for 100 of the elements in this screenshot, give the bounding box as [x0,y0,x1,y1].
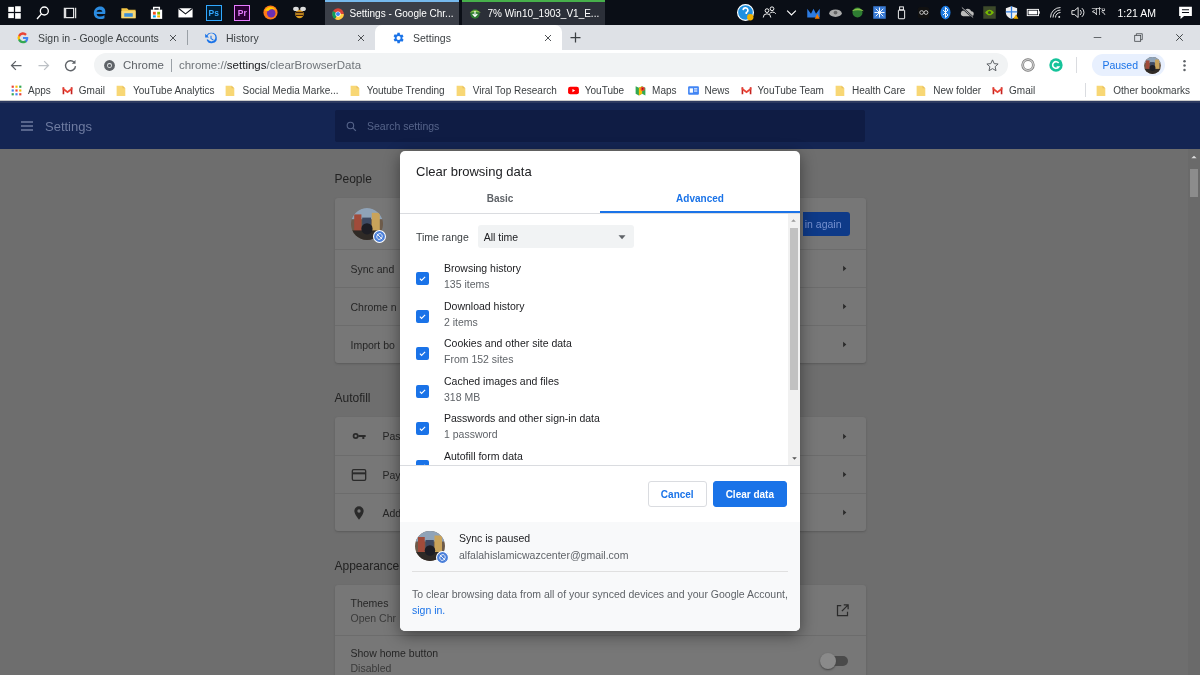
browser-tab[interactable]: Settings [375,25,562,50]
option-detail: 2 items [444,316,479,328]
bookmark[interactable]: YouTube Team [739,83,824,97]
folder-icon [833,83,847,97]
help-icon[interactable] [736,3,756,22]
address-bar[interactable]: Chrome chrome://settings/clearBrowserData [94,53,1009,77]
bookmark[interactable]: New folder [915,83,982,97]
taskbar-window-button[interactable]: Settings - Google Chr... [324,0,460,25]
menu-icon[interactable] [19,118,35,134]
security-shield-icon[interactable] [1004,5,1020,20]
chrome-icon [330,6,345,21]
close-icon[interactable] [1173,31,1186,44]
scrollbar[interactable] [1188,149,1200,675]
profile-button[interactable]: Paused [1092,54,1165,76]
globe-icon[interactable] [850,5,866,20]
volume-icon[interactable] [1070,5,1086,20]
settings-item[interactable]: Import bo [350,338,395,351]
bookmark[interactable]: Health Care [833,83,906,97]
option-detail: 318 MB [444,391,482,403]
checkbox[interactable] [416,384,429,398]
checkbox[interactable] [416,272,429,285]
scroll-thumb[interactable] [790,228,798,390]
wifi-icon[interactable] [1048,5,1064,20]
ring-icon[interactable] [1020,57,1037,73]
folder-icon [454,83,468,97]
cloud-off-icon[interactable] [960,5,976,20]
site-label: Chrome [123,58,172,72]
chrome-icon [103,58,116,72]
checkmark-icon [418,349,427,358]
bookmark-star-icon[interactable] [985,57,1001,73]
input-language[interactable]: বাং [1092,4,1107,21]
new-tab-icon[interactable] [568,30,583,45]
settings-icon [391,30,405,45]
restore-icon[interactable] [1132,31,1145,44]
account-email: alfalahislamicwazcenter@gmail.com [459,548,629,561]
dialog-tab[interactable]: Advanced [600,185,800,213]
option-label: Cached images and files [444,375,559,387]
app-icon[interactable] [916,5,932,20]
bookmark[interactable]: News [686,83,730,97]
option-label: Cookies and other site data [444,338,572,349]
settings-item[interactable]: Chrome n [350,300,397,313]
browser-tab[interactable]: Sign in - Google Accounts [0,25,187,50]
globe-download-icon [468,6,483,21]
bookmark[interactable]: Other bookmarks [1095,83,1190,97]
sync-status: Sync is paused [459,531,532,544]
eye-icon[interactable] [982,5,998,20]
settings-item[interactable]: Sync and [350,262,395,275]
folder-icon [114,83,128,97]
clear-data-button[interactable]: Clear data [712,481,787,507]
scrollbar[interactable] [788,214,800,465]
map-icon [634,83,648,97]
toggle-switch[interactable] [823,655,848,666]
time-range-dropdown[interactable]: All time [477,225,634,248]
checkmark-icon [418,424,427,433]
people-icon[interactable] [762,5,778,20]
taskbar-window-button[interactable]: 7% Win10_1903_V1_E... [462,0,606,25]
dialog-tab[interactable]: Basic [400,185,600,213]
bookmark[interactable]: Apps [10,83,51,97]
search-icon[interactable] [34,4,51,21]
apps-grid-icon [10,83,23,97]
checkbox[interactable] [416,347,429,360]
url-text: chrome://settings/clearBrowserData [178,59,363,71]
bookmark[interactable]: Maps [634,83,677,97]
bookmark[interactable]: Gmail [991,83,1036,97]
section-heading: Appearance [334,559,400,573]
dialog-title: Clear browsing data [415,163,533,180]
option-label: Download history [444,300,525,312]
credit-card-icon [350,466,367,483]
bookmark[interactable]: Gmail [60,83,105,97]
section-heading: People [334,172,372,186]
external-link-icon[interactable] [834,602,850,618]
photo-editor-icon[interactable]: Ps [205,4,222,21]
sync-paused-icon [372,229,386,243]
snowflake-icon[interactable] [872,5,888,20]
bookmark[interactable]: Viral Top Research [454,83,557,97]
settings-item: Show home button [350,647,439,659]
video-editor-icon[interactable]: Pr [234,4,251,21]
clock[interactable]: 1:21 AM [1117,6,1156,19]
sign-in-link[interactable]: sign in. [412,604,446,616]
cancel-button[interactable]: Cancel [647,481,707,507]
notification-icon[interactable] [1177,4,1194,21]
newspaper-icon [686,83,700,97]
checkbox[interactable] [416,422,429,435]
settings-item[interactable]: Themes [350,596,397,609]
browser-tab[interactable]: History [188,25,375,50]
option-label: Browsing history [444,263,522,274]
bee-icon[interactable] [290,4,308,21]
folder-icon [348,83,362,97]
reload-icon[interactable] [63,57,78,73]
bookmark[interactable]: Youtube Trending [348,83,445,97]
scroll-down-icon [790,455,798,462]
bookmark[interactable]: YouTube [566,83,625,97]
start-icon[interactable] [6,5,22,20]
scroll-thumb[interactable] [1190,169,1198,197]
checkbox[interactable] [416,309,429,323]
search-icon [345,119,358,133]
bookmark[interactable]: YouTube Analytics [114,83,215,97]
option-detail: 1 password [444,429,499,440]
bookmark[interactable]: Social Media Marke... [224,83,339,97]
fox-globe-icon[interactable] [262,4,280,21]
